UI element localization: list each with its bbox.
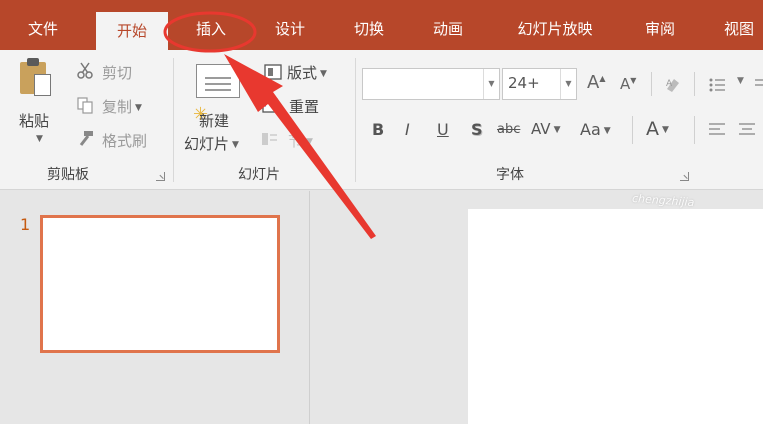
font-launcher-icon[interactable] xyxy=(680,172,689,181)
numbering-icon[interactable] xyxy=(751,76,763,94)
section-button[interactable]: 节 ▼ xyxy=(288,130,313,151)
tab-transitions[interactable]: 切换 xyxy=(343,0,395,50)
tab-view[interactable]: 视图 xyxy=(713,0,763,50)
copy-button[interactable]: 复制 ▼ xyxy=(102,96,142,117)
new-slide-icon[interactable] xyxy=(196,64,240,98)
tab-insert[interactable]: 插入 xyxy=(178,0,244,50)
clear-formatting-icon[interactable]: A xyxy=(664,76,682,94)
tab-file[interactable]: 文件 xyxy=(14,0,72,50)
font-size-dropdown-icon[interactable]: ▼ xyxy=(560,69,576,99)
font-name-combobox[interactable]: ▼ xyxy=(362,68,500,100)
reset-button[interactable]: 重置 xyxy=(289,96,319,117)
font-size-combobox[interactable]: 24+ ▼ xyxy=(502,68,577,100)
cut-button[interactable]: 剪切 xyxy=(102,62,132,83)
new-slide-button[interactable]: 新建 xyxy=(199,110,229,131)
svg-text:A: A xyxy=(666,79,673,89)
shadow-button[interactable]: S xyxy=(471,120,483,139)
group-divider xyxy=(173,58,174,182)
font-name-dropdown-icon[interactable]: ▼ xyxy=(483,69,499,99)
tab-review[interactable]: 审阅 xyxy=(634,0,686,50)
layout-icon xyxy=(264,64,282,80)
align-center-icon[interactable] xyxy=(738,120,756,138)
divider xyxy=(651,72,652,96)
scissors-icon xyxy=(77,62,93,79)
format-painter-button[interactable]: 格式刷 xyxy=(102,130,147,151)
slide-canvas[interactable] xyxy=(468,209,763,424)
underline-button[interactable]: U xyxy=(437,120,449,139)
divider xyxy=(632,116,633,144)
bold-button[interactable]: B xyxy=(372,120,384,139)
tab-slideshow[interactable]: 幻灯片放映 xyxy=(500,0,610,50)
tab-home[interactable]: 开始 xyxy=(96,12,168,50)
tab-animations[interactable]: 动画 xyxy=(422,0,474,50)
font-size-value: 24+ xyxy=(508,74,540,92)
italic-button[interactable]: I xyxy=(405,120,410,139)
change-case-button[interactable]: Aa ▼ xyxy=(580,120,611,139)
layout-button[interactable]: 版式 ▼ xyxy=(287,62,327,83)
group-divider xyxy=(355,58,356,182)
copy-icon xyxy=(77,97,93,114)
section-icon xyxy=(262,133,277,145)
shrink-font-button[interactable]: A▼ xyxy=(620,75,636,93)
tab-design[interactable]: 设计 xyxy=(264,0,316,50)
character-spacing-button[interactable]: AV ▼ xyxy=(531,120,561,138)
strikethrough-button[interactable]: abc xyxy=(497,122,520,137)
format-painter-icon xyxy=(79,131,93,146)
align-left-icon[interactable] xyxy=(708,120,726,138)
font-group-label: 字体 xyxy=(496,167,524,183)
paste-button[interactable]: 粘贴 xyxy=(19,110,49,131)
paste-dropdown-chevron-icon[interactable]: ▼ xyxy=(36,134,43,144)
watermark: chengzhijia xyxy=(631,191,695,210)
grow-font-button[interactable]: A▲ xyxy=(587,72,605,93)
clipboard-launcher-icon[interactable] xyxy=(156,172,165,181)
slides-group-label: 幻灯片 xyxy=(238,167,280,183)
divider xyxy=(694,116,695,144)
divider xyxy=(694,72,695,96)
new-slide-dropdown-button[interactable]: 幻灯片 ▼ xyxy=(184,133,239,154)
bullets-icon[interactable] xyxy=(708,76,726,94)
clipboard-group-label: 剪贴板 xyxy=(47,167,89,183)
reset-icon xyxy=(261,97,278,113)
slide-thumbnail[interactable] xyxy=(40,215,280,353)
ribbon-tab-bar: 文件 开始 插入 设计 切换 动画 幻灯片放映 审阅 视图 xyxy=(0,0,763,50)
bullets-dropdown-chevron-icon[interactable]: ▼ xyxy=(737,76,744,86)
font-color-button[interactable]: A ▼ xyxy=(646,118,669,140)
ribbon: 粘贴 ▼ 剪切 复制▼ 格式刷 剪贴板 ✳ 新建 幻灯片▼ 版式▼ 重置 xyxy=(0,50,763,190)
slide-number: 1 xyxy=(20,215,31,234)
